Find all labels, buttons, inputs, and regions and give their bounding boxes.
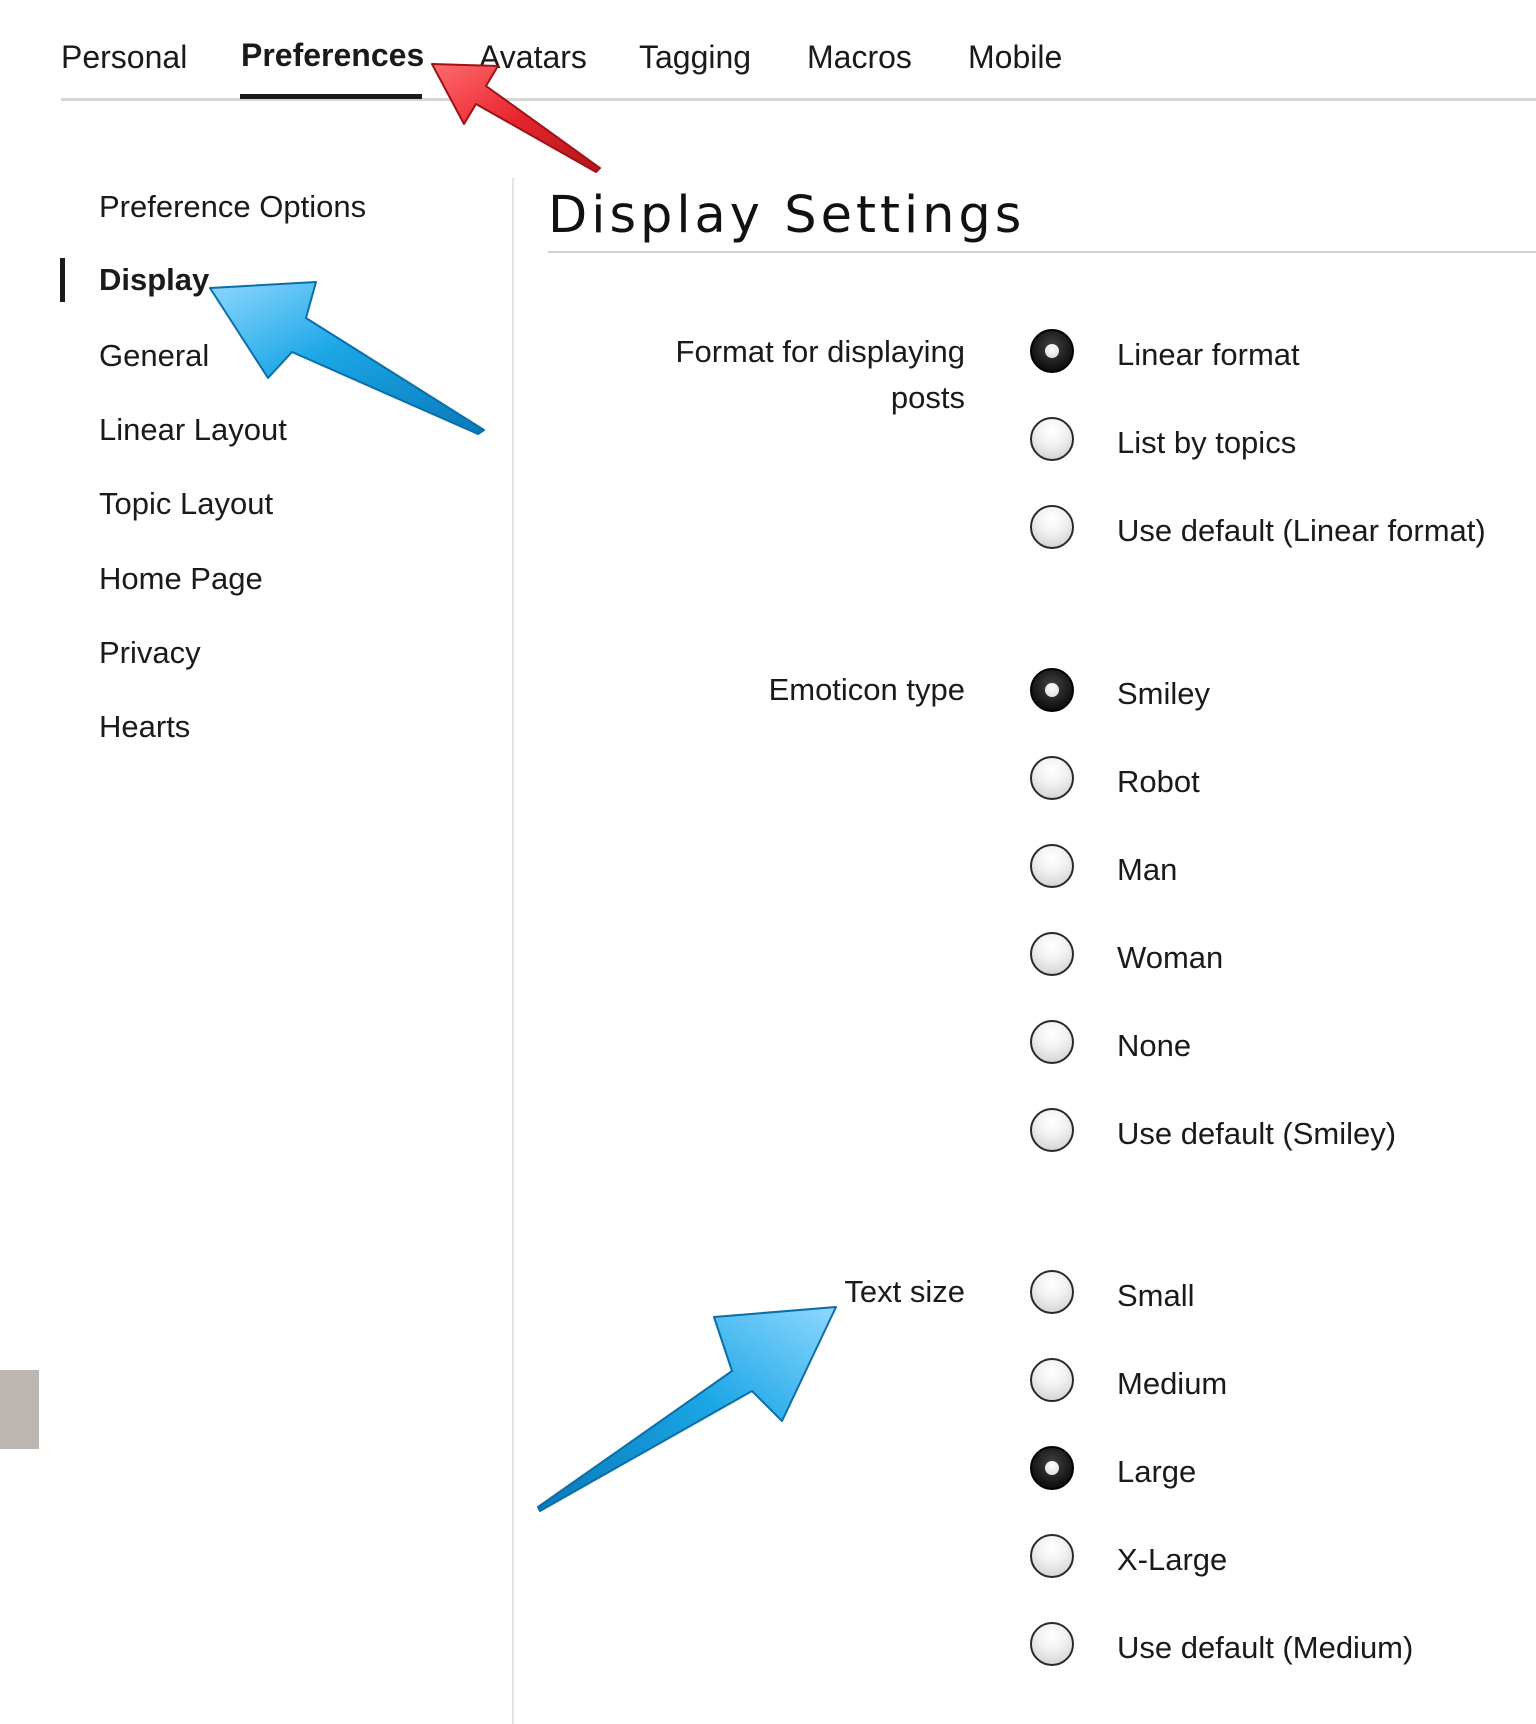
radio-button[interactable] — [1030, 1358, 1074, 1402]
radio-option-list-by-topics[interactable]: List by topics — [1030, 417, 1530, 469]
radio-button[interactable] — [1030, 1270, 1074, 1314]
tab-macros[interactable]: Macros — [807, 37, 912, 77]
option-label: Linear format — [1117, 337, 1300, 372]
page-title: Display Settings — [548, 186, 1026, 245]
option-label: Smiley — [1117, 676, 1211, 711]
option-label: Use default (Medium) — [1117, 1630, 1414, 1665]
active-sidebar-indicator — [60, 258, 65, 302]
radio-option-emoticon-default[interactable]: Use default (Smiley) — [1030, 1108, 1530, 1160]
tab-preferences[interactable]: Preferences — [241, 35, 424, 75]
option-label: Robot — [1117, 764, 1200, 799]
radio-option-woman[interactable]: Woman — [1030, 932, 1530, 984]
tab-bar: Personal Preferences Avatars Tagging Mac… — [61, 0, 1536, 101]
option-label: List by topics — [1117, 425, 1297, 460]
option-label: Man — [1117, 852, 1178, 887]
radio-button[interactable] — [1030, 1020, 1074, 1064]
text-size-label: Text size — [844, 1274, 965, 1309]
radio-option-linear-format[interactable]: Linear format — [1030, 329, 1530, 381]
tab-mobile[interactable]: Mobile — [968, 37, 1062, 77]
option-label: Use default (Linear format) — [1117, 513, 1486, 548]
radio-button-checked[interactable] — [1030, 329, 1074, 373]
option-label: Small — [1117, 1278, 1195, 1313]
radio-option-robot[interactable]: Robot — [1030, 756, 1530, 808]
option-label: Use default (Smiley) — [1117, 1116, 1397, 1151]
radio-option-small[interactable]: Small — [1030, 1270, 1530, 1322]
option-label: X-Large — [1117, 1542, 1228, 1577]
radio-button[interactable] — [1030, 1534, 1074, 1578]
tab-personal[interactable]: Personal — [61, 37, 187, 77]
sidebar-item-privacy[interactable]: Privacy — [99, 633, 201, 673]
tab-avatars[interactable]: Avatars — [479, 37, 587, 77]
scroll-tab[interactable] — [0, 1370, 39, 1449]
radio-option-format-default[interactable]: Use default (Linear format) — [1030, 505, 1530, 557]
sidebar-item-general[interactable]: General — [99, 336, 209, 376]
radio-option-textsize-default[interactable]: Use default (Medium) — [1030, 1622, 1530, 1674]
option-label: None — [1117, 1028, 1192, 1063]
radio-button[interactable] — [1030, 932, 1074, 976]
radio-option-x-large[interactable]: X-Large — [1030, 1534, 1530, 1586]
option-label: Large — [1117, 1454, 1197, 1489]
radio-option-smiley[interactable]: Smiley — [1030, 668, 1530, 720]
sidebar-divider — [512, 178, 514, 1724]
radio-button-checked[interactable] — [1030, 1446, 1074, 1490]
option-label: Medium — [1117, 1366, 1228, 1401]
sidebar-item-display[interactable]: Display — [99, 260, 209, 300]
emoticon-type-label: Emoticon type — [768, 672, 965, 707]
sidebar-item-topic-layout[interactable]: Topic Layout — [99, 484, 273, 524]
radio-button-checked[interactable] — [1030, 668, 1074, 712]
radio-button[interactable] — [1030, 844, 1074, 888]
sidebar-item-hearts[interactable]: Hearts — [99, 707, 190, 747]
sidebar-item-linear-layout[interactable]: Linear Layout — [99, 410, 287, 450]
radio-button[interactable] — [1030, 1108, 1074, 1152]
radio-option-man[interactable]: Man — [1030, 844, 1530, 896]
format-label-line1: Format for displaying — [675, 334, 965, 369]
blue-arrow-annotation-text-size — [537, 1306, 837, 1512]
sidebar-item-home-page[interactable]: Home Page — [99, 559, 263, 599]
tab-tagging[interactable]: Tagging — [639, 37, 751, 77]
radio-button[interactable] — [1030, 417, 1074, 461]
format-label-line2: posts — [890, 380, 965, 415]
active-tab-indicator — [240, 94, 422, 99]
option-label: Woman — [1117, 940, 1224, 975]
radio-option-none[interactable]: None — [1030, 1020, 1530, 1072]
radio-button[interactable] — [1030, 756, 1074, 800]
radio-button[interactable] — [1030, 1622, 1074, 1666]
sidebar-item-preference-options[interactable]: Preference Options — [99, 187, 366, 227]
title-divider — [548, 251, 1536, 253]
radio-option-medium[interactable]: Medium — [1030, 1358, 1530, 1410]
radio-button[interactable] — [1030, 505, 1074, 549]
radio-option-large[interactable]: Large — [1030, 1446, 1530, 1498]
